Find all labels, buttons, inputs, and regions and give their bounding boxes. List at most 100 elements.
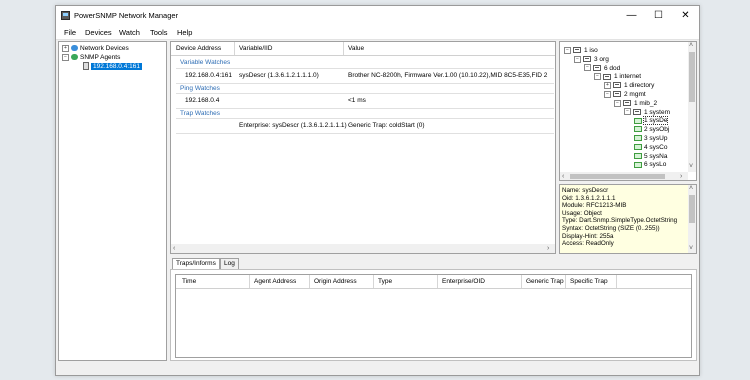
horizontal-scrollbar[interactable]: ‹ › xyxy=(171,244,555,253)
expand-icon[interactable]: + xyxy=(604,81,611,89)
mib-node[interactable]: − 1 iso xyxy=(564,46,598,55)
menu-tools[interactable]: Tools xyxy=(150,28,168,37)
mib-node[interactable]: − 1 mib_2 xyxy=(614,99,657,108)
header-divider xyxy=(171,55,555,56)
column-divider xyxy=(616,275,617,288)
vertical-scrollbar[interactable]: ˄ ˅ xyxy=(688,42,696,172)
mib-node[interactable]: − 1 system xyxy=(624,108,670,117)
mib-node-label: 5 sysNa xyxy=(644,152,668,160)
app-icon xyxy=(61,11,70,20)
header-enterprise-oid[interactable]: Enterprise/OID xyxy=(442,278,485,285)
mib-object-icon xyxy=(634,135,642,142)
tree-node-snmp-agents[interactable]: − SNMP Agents xyxy=(62,53,120,62)
trap-enterprise: Enterprise: sysDescr (1.3.6.1.2.1.1.1) xyxy=(239,122,347,129)
menu-watch[interactable]: Watch xyxy=(119,28,140,37)
mib-node[interactable]: 4 sysCo xyxy=(634,143,667,152)
minimize-button[interactable]: — xyxy=(618,6,645,26)
snmp-agents-label: SNMP Agents xyxy=(80,54,121,61)
maximize-button[interactable]: ☐ xyxy=(645,6,672,26)
section-trap-watches: Trap Watches xyxy=(180,110,220,117)
mib-node-label: 1 mib_2 xyxy=(634,99,658,107)
mib-folder-icon xyxy=(583,56,591,63)
info-usage: Usage: Object xyxy=(562,209,602,217)
collapse-icon[interactable]: − xyxy=(594,73,601,81)
device-icon xyxy=(83,62,89,71)
collapse-icon[interactable]: − xyxy=(624,108,631,116)
expand-icon[interactable]: + xyxy=(62,44,69,52)
header-divider xyxy=(176,288,691,289)
scroll-thumb[interactable] xyxy=(570,174,665,179)
network-devices-label: Network Devices xyxy=(80,45,129,52)
scroll-thumb[interactable] xyxy=(689,52,695,102)
header-device-address[interactable]: Device Address xyxy=(176,45,221,52)
column-divider xyxy=(521,275,522,288)
scroll-left-icon[interactable]: ‹ xyxy=(562,172,564,180)
row-divider xyxy=(176,108,554,109)
mib-node[interactable]: 3 sysUp xyxy=(634,134,667,143)
mib-folder-icon xyxy=(623,100,631,107)
scroll-up-icon[interactable]: ˄ xyxy=(689,185,693,193)
column-divider xyxy=(249,275,250,288)
scroll-down-icon[interactable]: ˅ xyxy=(689,162,693,171)
collapse-icon[interactable]: − xyxy=(584,64,591,72)
mib-node[interactable]: 5 sysNa xyxy=(634,152,667,161)
scroll-right-icon[interactable]: › xyxy=(680,172,682,180)
tab-log[interactable]: Log xyxy=(220,258,239,269)
mib-node[interactable]: 2 sysObj xyxy=(634,125,669,134)
column-divider xyxy=(343,42,344,55)
row-divider xyxy=(176,83,554,84)
mib-node-label: 2 mgmt xyxy=(624,91,646,98)
header-agent-address[interactable]: Agent Address xyxy=(254,278,296,285)
column-divider xyxy=(565,275,566,288)
header-time[interactable]: Time xyxy=(182,278,196,285)
mib-node[interactable]: − 3 org xyxy=(574,55,609,64)
traps-table: Time Agent Address Origin Address Type E… xyxy=(175,274,692,358)
section-divider xyxy=(176,68,554,69)
header-variable-iid[interactable]: Variable/IID xyxy=(239,45,272,52)
variable-device-address: 192.168.0.4:161 xyxy=(185,72,232,79)
section-ping-watches: Ping Watches xyxy=(180,85,220,92)
header-value[interactable]: Value xyxy=(348,45,364,52)
mib-node-label: 1 internet xyxy=(614,73,642,81)
main-window: PowerSNMP Network Manager — ☐ ✕ File Dev… xyxy=(55,5,700,376)
scroll-right-icon[interactable]: › xyxy=(547,244,549,253)
menu-devices[interactable]: Devices xyxy=(85,28,112,37)
menu-help[interactable]: Help xyxy=(177,28,192,37)
scroll-up-icon[interactable]: ˄ xyxy=(689,42,693,50)
mib-node-label: 6 sysLo xyxy=(644,161,667,169)
header-specific-trap[interactable]: Specific Trap xyxy=(570,278,608,285)
mib-node[interactable]: 1 sysDe xyxy=(634,116,669,126)
scroll-thumb[interactable] xyxy=(689,195,695,223)
header-origin-address[interactable]: Origin Address xyxy=(314,278,357,285)
menu-file[interactable]: File xyxy=(64,28,76,37)
section-divider xyxy=(176,118,554,119)
scroll-left-icon[interactable]: ‹ xyxy=(173,244,175,253)
mib-node-label: 1 iso xyxy=(584,47,598,54)
mib-node[interactable]: − 6 dod xyxy=(584,64,620,73)
mib-node[interactable]: − 2 mgmt xyxy=(604,90,646,99)
tree-node-network-devices[interactable]: + Network Devices xyxy=(62,44,129,53)
vertical-scrollbar[interactable]: ˄ ˅ xyxy=(688,185,696,253)
tree-node-agent[interactable]: 192.168.0.4:161 xyxy=(83,62,142,71)
mib-node[interactable]: 6 sysLo xyxy=(634,160,666,169)
collapse-icon[interactable]: − xyxy=(62,53,69,61)
variable-iid: sysDescr (1.3.6.1.2.1.1.1.0) xyxy=(239,72,319,79)
mib-folder-icon xyxy=(573,47,581,54)
mib-node[interactable]: − 1 internet xyxy=(594,72,641,81)
collapse-icon[interactable]: − xyxy=(574,55,581,63)
header-generic-trap[interactable]: Generic Trap xyxy=(526,278,564,285)
close-button[interactable]: ✕ xyxy=(672,6,699,26)
header-type[interactable]: Type xyxy=(378,278,392,285)
info-module: Module: RFC1213-MIB xyxy=(562,202,627,210)
collapse-icon[interactable]: − xyxy=(564,46,571,54)
mib-node[interactable]: +1 directory xyxy=(604,81,654,90)
info-access: Access: ReadOnly xyxy=(562,240,614,248)
collapse-icon[interactable]: − xyxy=(604,90,611,98)
collapse-icon[interactable]: − xyxy=(614,99,621,107)
row-divider xyxy=(176,133,554,134)
window-title: PowerSNMP Network Manager xyxy=(74,11,179,20)
mib-node-label: 1 directory xyxy=(624,82,655,90)
section-variable-watches: Variable Watches xyxy=(180,59,231,66)
scroll-down-icon[interactable]: ˅ xyxy=(689,244,693,253)
horizontal-scrollbar[interactable]: ‹ › xyxy=(560,172,688,180)
